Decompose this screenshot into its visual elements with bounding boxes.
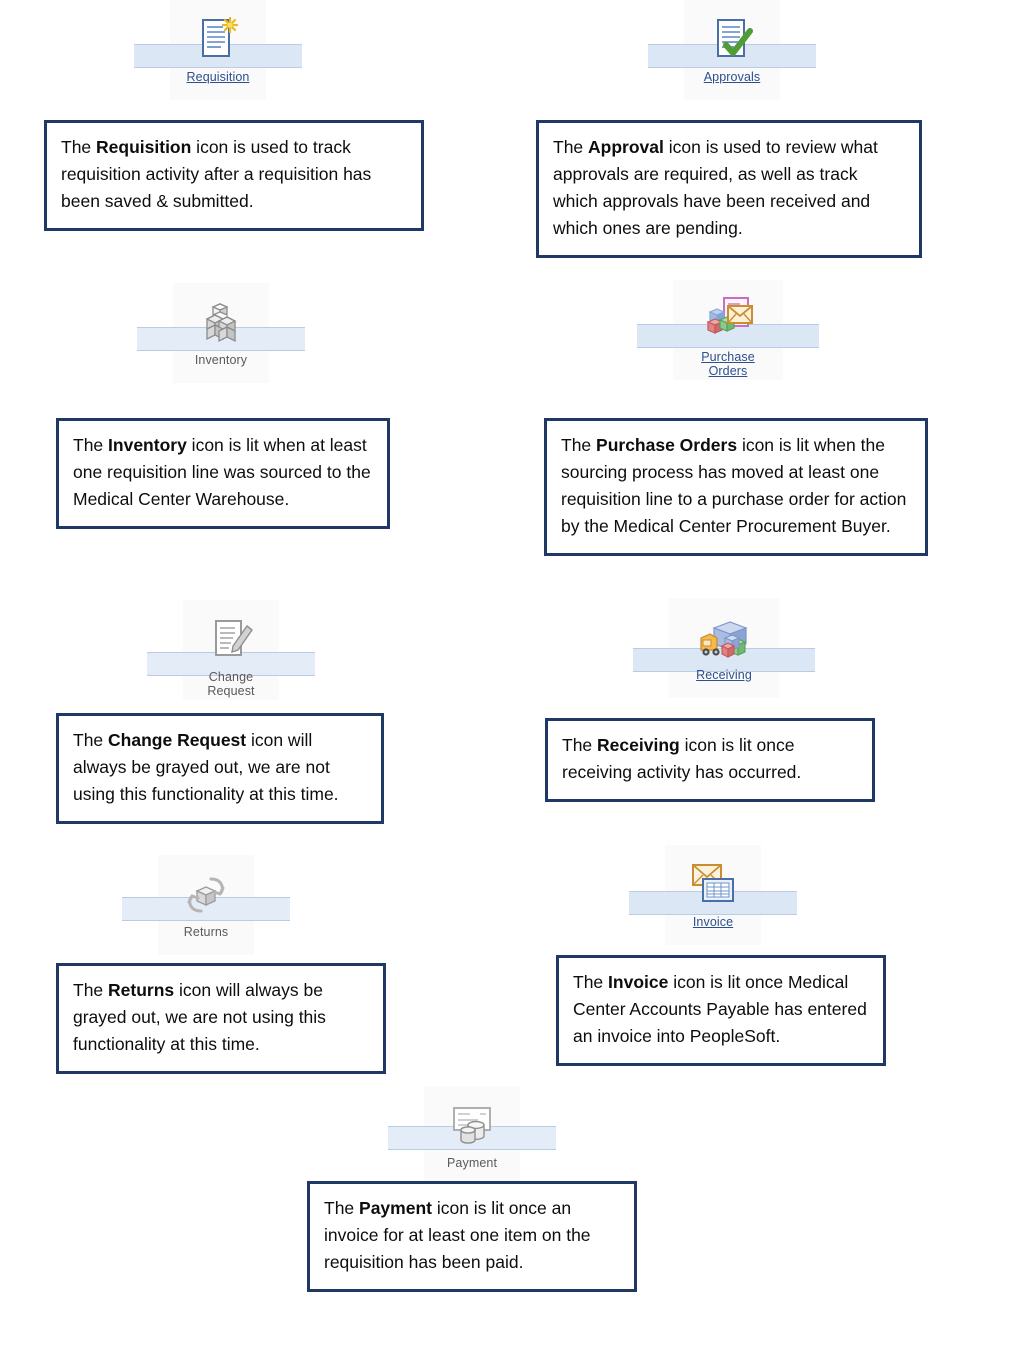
requisition-icon-label[interactable]: Requisition — [187, 70, 250, 84]
invoice-icon-label[interactable]: Invoice — [693, 915, 733, 929]
callout-text-emphasis: Approval — [588, 137, 664, 157]
callout-text-prefix: The — [73, 980, 109, 1000]
change-request-icon — [203, 612, 259, 668]
receiving-icon — [696, 610, 752, 666]
callout-text-emphasis: Returns — [108, 980, 175, 1000]
callout-text-emphasis: Purchase Orders — [596, 435, 738, 455]
purchase-orders-callout: The Purchase Orders icon is lit when the… — [544, 418, 928, 556]
returns-icon — [178, 867, 234, 923]
receiving-callout: The Receiving icon is lit once receiving… — [545, 718, 875, 802]
inventory-icon-tile: Inventory — [137, 283, 305, 383]
invoice-icon — [685, 857, 741, 913]
change-request-callout: The Change Request icon will always be g… — [56, 713, 384, 824]
inventory-icon — [193, 295, 249, 351]
callout-text-emphasis: Invoice — [608, 972, 669, 992]
callout-text-emphasis: Payment — [359, 1198, 432, 1218]
callout-text-prefix: The — [562, 735, 598, 755]
payment-callout: The Payment icon is lit once an invoice … — [307, 1181, 637, 1292]
returns-icon-label: Returns — [183, 925, 229, 939]
approvals-icon-label[interactable]: Approvals — [704, 70, 761, 84]
callout-text-emphasis: Receiving — [597, 735, 680, 755]
callout-text-prefix: The — [324, 1198, 360, 1218]
callout-text-prefix: The — [61, 137, 97, 157]
callout-text-prefix: The — [73, 435, 109, 455]
callout-text-prefix: The — [561, 435, 597, 455]
payment-icon — [444, 1098, 500, 1154]
change-request-label-line2: Request — [207, 684, 255, 698]
callout-text-prefix: The — [553, 137, 589, 157]
callout-text-emphasis: Inventory — [108, 435, 187, 455]
inventory-callout: The Inventory icon is lit when at least … — [56, 418, 390, 529]
requisition-callout: The Requisition icon is used to track re… — [44, 120, 424, 231]
callout-text-prefix: The — [73, 730, 109, 750]
invoice-icon-tile[interactable]: Invoice — [629, 845, 797, 945]
change-request-label-line1: Change — [208, 670, 254, 684]
receiving-icon-tile[interactable]: Receiving — [633, 598, 815, 698]
purchase-orders-icon-label[interactable]: Purchase Orders — [701, 350, 755, 378]
invoice-callout: The Invoice icon is lit once Medical Cen… — [556, 955, 886, 1066]
requisition-icon — [190, 12, 246, 68]
receiving-icon-label[interactable]: Receiving — [696, 668, 752, 682]
callout-text-prefix: The — [573, 972, 609, 992]
inventory-icon-label: Inventory — [194, 353, 248, 367]
change-request-icon-tile: Change Request — [147, 600, 315, 700]
purchase-orders-icon-tile[interactable]: Purchase Orders — [637, 280, 819, 380]
change-request-icon-label: Change Request — [207, 670, 254, 698]
payment-icon-tile: Payment — [388, 1086, 556, 1186]
purchase-orders-label-line2: Orders — [708, 364, 748, 378]
callout-text-emphasis: Change Request — [108, 730, 247, 750]
approvals-icon — [704, 12, 760, 68]
returns-icon-tile: Returns — [122, 855, 290, 955]
purchase-orders-label-line1: Purchase — [701, 350, 755, 364]
purchase-orders-icon — [700, 292, 756, 348]
returns-callout: The Returns icon will always be grayed o… — [56, 963, 386, 1074]
approvals-icon-tile[interactable]: Approvals — [648, 0, 816, 100]
requisition-icon-tile[interactable]: Requisition — [134, 0, 302, 100]
payment-icon-label: Payment — [446, 1156, 498, 1170]
approvals-callout: The Approval icon is used to review what… — [536, 120, 922, 258]
callout-text-emphasis: Requisition — [96, 137, 192, 157]
